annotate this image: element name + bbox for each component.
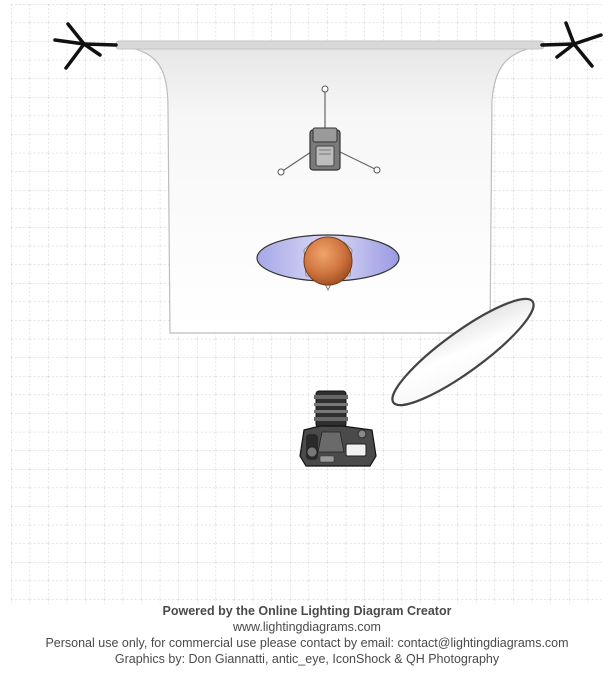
credits-footer: Powered by the Online Lighting Diagram C… xyxy=(0,603,614,667)
footer-graphics-credits: Graphics by: Don Giannatti, antic_eye, I… xyxy=(114,652,500,666)
diagram-svg xyxy=(11,4,603,604)
lighting-diagram-canvas xyxy=(0,0,614,604)
footer-license-note: Personal use only, for commercial use pl… xyxy=(45,636,569,650)
footer-title: Powered by the Online Lighting Diagram C… xyxy=(162,604,452,618)
background-paper[interactable] xyxy=(115,40,545,334)
footer-website[interactable]: www.lightingdiagrams.com xyxy=(0,619,614,635)
